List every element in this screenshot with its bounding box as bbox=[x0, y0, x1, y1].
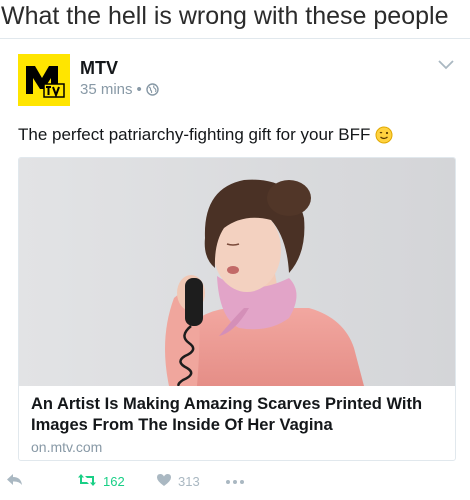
chevron-down-icon[interactable] bbox=[438, 57, 454, 70]
tweet-card[interactable]: MTV 35 mins • The perfect patriarchy-fig… bbox=[0, 38, 470, 500]
post-caption: What the hell is wrong with these people bbox=[0, 0, 470, 38]
mtv-logo[interactable] bbox=[18, 54, 70, 106]
article-headline[interactable]: An Artist Is Making Amazing Scarves Prin… bbox=[31, 394, 451, 436]
retweet-count: 162 bbox=[103, 474, 125, 489]
tweet-time[interactable]: 35 mins bbox=[80, 81, 133, 98]
heart-icon bbox=[156, 473, 172, 490]
account-name[interactable]: MTV bbox=[80, 58, 118, 79]
reply-icon bbox=[6, 473, 24, 490]
like-count: 313 bbox=[178, 474, 200, 489]
tweet-actions: 162 313 bbox=[0, 469, 470, 497]
like-button[interactable]: 313 bbox=[156, 473, 200, 490]
tweet-text-body: The perfect patriarchy-fighting gift for… bbox=[18, 125, 371, 144]
tweet-meta: 35 mins • bbox=[80, 81, 159, 98]
retweet-button[interactable]: 162 bbox=[77, 473, 125, 490]
article-photo[interactable] bbox=[19, 158, 455, 387]
link-preview-card[interactable]: An Artist Is Making Amazing Scarves Prin… bbox=[18, 157, 456, 461]
meta-separator: • bbox=[136, 81, 142, 98]
article-domain[interactable]: on.mtv.com bbox=[31, 439, 102, 455]
more-options-button[interactable] bbox=[225, 473, 245, 488]
more-icon bbox=[225, 473, 245, 488]
globe-icon bbox=[146, 83, 159, 96]
retweet-icon bbox=[77, 473, 97, 490]
reply-button[interactable] bbox=[6, 473, 24, 490]
winking-face-icon bbox=[375, 126, 393, 144]
tweet-text: The perfect patriarchy-fighting gift for… bbox=[18, 125, 393, 145]
